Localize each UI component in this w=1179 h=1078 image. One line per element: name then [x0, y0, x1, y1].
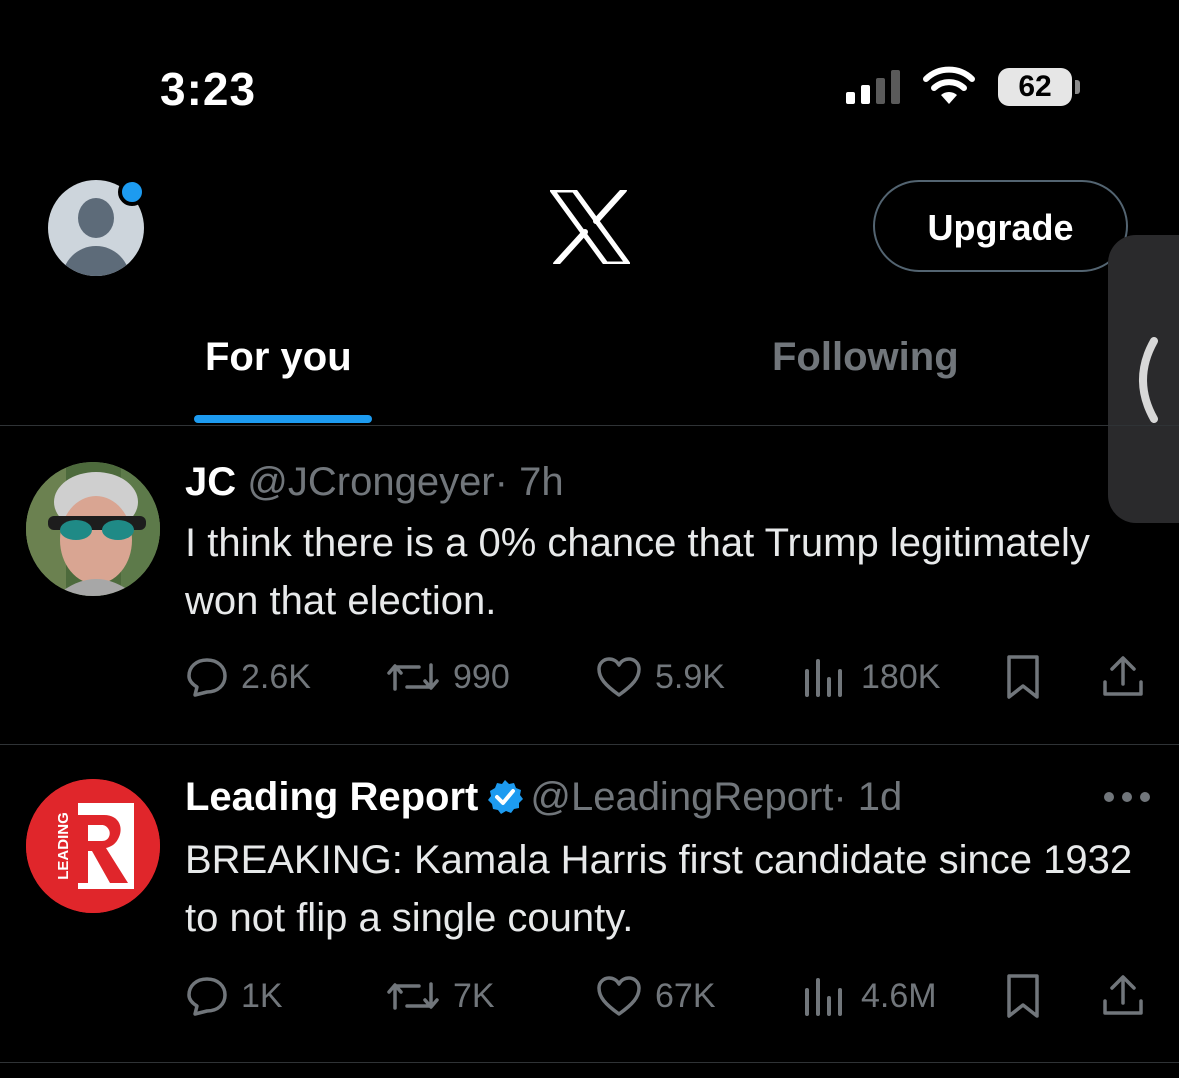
views-icon	[805, 978, 842, 1016]
tweet-text: I think there is a 0% chance that Trump …	[185, 521, 1090, 623]
author-handle[interactable]: @JCrongeyer	[247, 460, 494, 504]
bookmark-icon	[1007, 974, 1039, 1018]
battery-icon: 62	[998, 68, 1072, 106]
like-icon	[597, 976, 641, 1016]
reply-count: 2.6K	[241, 657, 311, 696]
avatar-head-shape	[78, 198, 114, 238]
tweet-header: JC @JCrongeyer· 7h	[185, 460, 564, 505]
tweet-actions: 1K 7K 67K 4.6M	[185, 971, 1155, 1021]
status-bar: 3:23 62	[0, 0, 1179, 130]
bookmark-icon	[1007, 655, 1039, 699]
tweet-divider	[0, 1062, 1179, 1063]
views-button[interactable]: 4.6M	[803, 971, 937, 1021]
author-name[interactable]: JC	[185, 460, 236, 504]
retweet-button[interactable]: 990	[385, 652, 510, 702]
verified-icon	[488, 780, 524, 814]
share-icon	[1103, 975, 1143, 1015]
like-count: 5.9K	[655, 657, 725, 696]
like-button[interactable]: 5.9K	[595, 652, 725, 702]
top-header: Upgrade	[0, 140, 1179, 320]
views-count: 180K	[861, 657, 941, 696]
author-handle[interactable]: @LeadingReport	[530, 775, 833, 819]
share-button[interactable]	[1101, 652, 1157, 702]
reply-button[interactable]: 1K	[185, 971, 283, 1021]
retweet-icon	[387, 663, 439, 691]
bookmark-button[interactable]	[1003, 652, 1055, 702]
retweet-icon	[387, 982, 439, 1010]
views-icon	[805, 659, 842, 697]
logo-text: LEADING	[55, 812, 72, 880]
tweet-time: · 7h	[494, 460, 564, 504]
tweet-author-avatar[interactable]	[26, 462, 160, 596]
views-button[interactable]: 180K	[803, 652, 940, 702]
retweet-button[interactable]: 7K	[385, 971, 495, 1021]
like-count: 67K	[655, 976, 716, 1015]
tweet-text: BREAKING: Kamala Harris first candidate …	[185, 838, 1133, 940]
retweet-count: 990	[453, 657, 510, 696]
tab-for-you[interactable]: For you	[205, 335, 352, 380]
like-button[interactable]: 67K	[595, 971, 716, 1021]
reply-icon	[187, 977, 227, 1016]
x-logo-icon	[550, 190, 630, 264]
tweet-author-avatar[interactable]: LEADING	[26, 779, 160, 913]
author-name[interactable]: Leading Report	[185, 775, 478, 819]
battery-cap	[1075, 80, 1080, 94]
leading-report-logo: LEADING	[26, 779, 160, 913]
tweet[interactable]: LEADING Leading Report @LeadingReport· 1d…	[0, 745, 1179, 1063]
tab-following[interactable]: Following	[772, 335, 959, 380]
share-button[interactable]	[1101, 971, 1157, 1021]
reply-button[interactable]: 2.6K	[185, 652, 311, 702]
status-time: 3:23	[160, 63, 257, 115]
views-count: 4.6M	[861, 976, 937, 1015]
active-tab-indicator	[194, 415, 372, 423]
share-icon	[1103, 656, 1143, 696]
feed-tabs: For you Following	[0, 325, 1179, 425]
notification-dot	[118, 178, 146, 206]
signal-icon	[846, 70, 904, 104]
reply-count: 1K	[241, 976, 283, 1015]
tweet-time: · 1d	[833, 775, 903, 819]
avatar-photo	[26, 462, 160, 596]
bookmark-button[interactable]	[1003, 971, 1055, 1021]
tweet-actions: 2.6K 990 5.9K 180K	[185, 652, 1155, 702]
more-icon[interactable]	[1104, 792, 1150, 804]
like-icon	[597, 657, 641, 697]
upgrade-button[interactable]: Upgrade	[873, 180, 1128, 272]
reply-icon	[187, 658, 227, 697]
tweet[interactable]: JC @JCrongeyer· 7h I think there is a 0%…	[0, 426, 1179, 744]
retweet-count: 7K	[453, 976, 495, 1015]
avatar-body-shape	[62, 246, 130, 276]
tweet-header: Leading Report @LeadingReport· 1d	[185, 775, 902, 820]
wifi-icon	[923, 66, 975, 104]
